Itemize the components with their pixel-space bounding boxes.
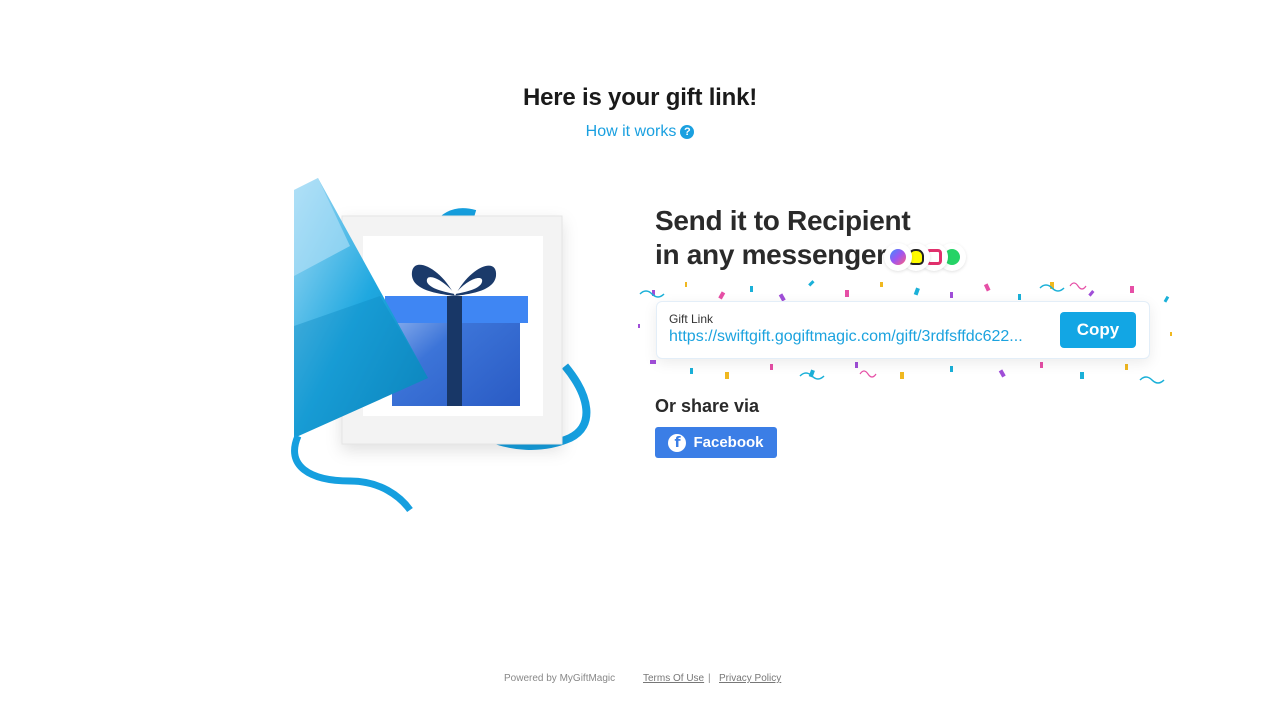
how-it-works-label: How it works [585,123,677,140]
privacy-policy-link[interactable]: Privacy Policy [719,673,781,684]
gift-link-card: Gift Link https://swiftgift.gogiftmagic.… [656,301,1150,359]
question-circle-icon: ? [680,125,695,139]
powered-by-text: Powered by MyGiftMagic [504,673,616,684]
messenger-icon [884,243,912,271]
facebook-label: Facebook [693,434,764,451]
messenger-icons [884,243,974,273]
gift-link-label: Gift Link [669,312,714,326]
share-via-label: Or share via [655,396,760,416]
page-title: Here is your gift link! [522,84,758,111]
copy-button[interactable]: Copy [1060,312,1136,348]
send-title-line2: in any messenger [655,239,887,270]
gift-box-graphic [291,178,591,513]
gift-link-url[interactable]: https://swiftgift.gogiftmagic.com/gift/3… [669,328,1044,346]
send-title: Send it to Recipient in any messenger [655,204,911,272]
facebook-icon: f [668,433,687,452]
footer-separator: | [708,673,711,684]
send-title-line1: Send it to Recipient [655,205,911,236]
gift-box-illustration [290,176,610,516]
how-it-works-link[interactable]: How it works? [0,123,1280,141]
terms-of-use-link[interactable]: Terms Of Use [643,673,704,684]
facebook-share-button[interactable]: f Facebook [655,427,777,458]
